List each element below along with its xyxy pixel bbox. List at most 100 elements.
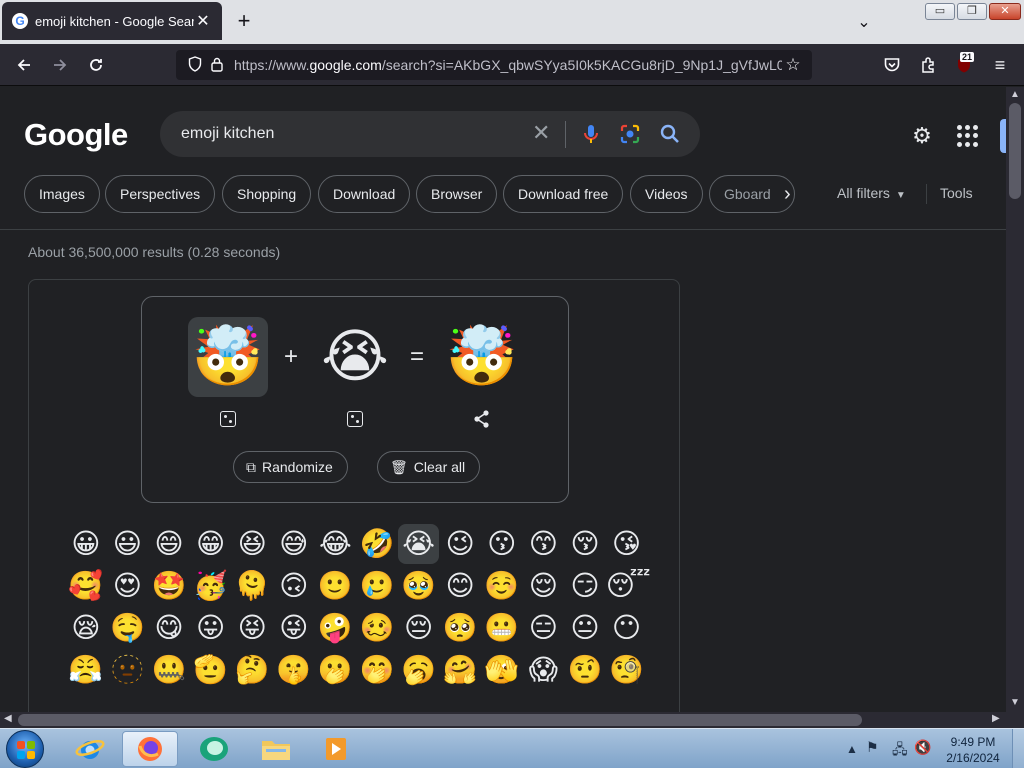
vertical-scroll-thumb[interactable] [1009, 103, 1021, 199]
emoji-option[interactable]: 😊 [439, 566, 481, 606]
network-icon[interactable]: 🖧 [892, 739, 908, 763]
emoji-option[interactable]: 🧐 [606, 650, 648, 690]
emoji-option[interactable]: 😏 [564, 566, 606, 606]
tab-google-search[interactable]: G emoji kitchen - Google Search ✕ [2, 2, 222, 40]
left-emoji-slot[interactable]: 🤯 [188, 317, 268, 397]
chip-videos[interactable]: Videos [630, 175, 703, 213]
emoji-option[interactable]: 🥹 [398, 566, 440, 606]
emoji-option[interactable]: 😄 [148, 524, 190, 564]
emoji-option[interactable]: 🫢 [315, 650, 357, 690]
emoji-option[interactable]: 🤐 [148, 650, 190, 690]
search-box[interactable]: emoji kitchen ✕ [160, 111, 700, 157]
google-apps-grid-icon[interactable] [957, 125, 979, 147]
horizontal-scrollbar[interactable]: ◀ ▶ [0, 712, 1006, 728]
clear-search-icon[interactable]: ✕ [532, 120, 550, 146]
emoji-option[interactable]: 😑 [523, 608, 565, 648]
new-tab-button[interactable]: + [232, 10, 256, 34]
taskbar-messenger[interactable] [186, 731, 242, 767]
emoji-option[interactable]: 😴 [606, 566, 651, 606]
forward-arrow-icon[interactable] [46, 52, 74, 78]
bookmark-star-icon[interactable]: ☆ [782, 55, 804, 75]
emoji-option[interactable]: 😀 [65, 524, 107, 564]
vertical-scrollbar[interactable]: ▲ ▼ [1006, 87, 1024, 712]
window-minimize-button[interactable]: ▭ [925, 3, 955, 20]
search-magnifier-icon[interactable] [657, 121, 683, 147]
emoji-option[interactable]: 😛 [190, 608, 232, 648]
emoji-option[interactable]: 🙂 [315, 566, 357, 606]
emoji-option[interactable]: 🤣 [356, 524, 398, 564]
emoji-option[interactable]: 🤔 [231, 650, 273, 690]
chip-download-free[interactable]: Download free [503, 175, 624, 213]
emoji-option[interactable]: 😌 [523, 566, 565, 606]
chip-shopping[interactable]: Shopping [222, 175, 312, 213]
emoji-option[interactable]: 🫠 [231, 566, 273, 606]
all-filters-button[interactable]: All filters ▼ [837, 185, 906, 201]
emoji-option[interactable]: 🤪 [315, 608, 357, 648]
settings-gear-icon[interactable]: ⚙ [909, 123, 935, 149]
chip-images[interactable]: Images [24, 175, 100, 213]
taskbar-media-player[interactable] [308, 731, 364, 767]
search-input[interactable]: emoji kitchen [181, 125, 274, 143]
google-logo[interactable]: Google [24, 117, 128, 153]
lock-icon[interactable] [206, 56, 228, 75]
scroll-down-arrow-icon[interactable]: ▼ [1010, 697, 1020, 708]
randomize-right-dice-icon[interactable] [347, 411, 363, 427]
taskbar-internet-explorer[interactable] [62, 731, 118, 767]
emoji-option[interactable]: 😉 [439, 524, 481, 564]
emoji-option[interactable]: 🤗 [439, 650, 481, 690]
randomize-button[interactable]: ⧉ Randomize [233, 451, 348, 483]
emoji-option[interactable]: 😬 [481, 608, 523, 648]
start-button[interactable] [6, 730, 44, 768]
emoji-option[interactable]: 😐 [564, 608, 606, 648]
emoji-option[interactable]: 🤨 [564, 650, 606, 690]
tab-close-icon[interactable]: ✕ [194, 11, 212, 31]
pocket-icon[interactable] [878, 52, 906, 78]
tools-button[interactable]: Tools [940, 185, 973, 201]
emoji-option[interactable]: 😋 [148, 608, 190, 648]
clear-all-button[interactable]: 🗑 Clear all [377, 451, 481, 483]
share-icon[interactable] [472, 409, 492, 429]
emoji-option[interactable]: 😍 [107, 566, 149, 606]
emoji-option[interactable]: 🤫 [273, 650, 315, 690]
window-close-button[interactable]: ✕ [989, 3, 1021, 20]
google-lens-icon[interactable] [617, 121, 643, 147]
action-center-flag-icon[interactable]: ⚑ [866, 739, 879, 756]
emoji-option[interactable]: 🫣 [481, 650, 523, 690]
emoji-option[interactable]: 😪 [65, 608, 107, 648]
reload-icon[interactable] [82, 52, 110, 78]
emoji-option[interactable]: 😂 [315, 524, 357, 564]
emoji-option[interactable]: 🫡 [190, 650, 232, 690]
randomize-left-dice-icon[interactable] [220, 411, 236, 427]
scroll-up-arrow-icon[interactable]: ▲ [1010, 89, 1020, 100]
emoji-option[interactable]: 🥳 [190, 566, 232, 606]
scroll-left-arrow-icon[interactable]: ◀ [4, 713, 12, 724]
horizontal-scroll-thumb[interactable] [18, 714, 862, 726]
chip-gboard[interactable]: Gboard [709, 175, 795, 213]
emoji-option[interactable]: 😙 [523, 524, 565, 564]
list-all-tabs-chevron-icon[interactable]: ⌄ [854, 12, 874, 32]
taskbar-clock[interactable]: 9:49 PM 2/16/2024 [940, 734, 1006, 766]
volume-muted-icon[interactable]: 🔇 [914, 739, 931, 756]
show-desktop-button[interactable] [1012, 729, 1024, 768]
emoji-option[interactable]: 🤤 [107, 608, 149, 648]
emoji-option[interactable]: 😅 [273, 524, 315, 564]
emoji-option[interactable]: 🙃 [273, 566, 315, 606]
emoji-option[interactable]: 😝 [231, 608, 273, 648]
emoji-option[interactable]: 🥴 [356, 608, 398, 648]
emoji-option[interactable]: 😤 [65, 650, 107, 690]
emoji-option[interactable]: 😘 [606, 524, 648, 564]
emoji-option[interactable]: 😔 [398, 608, 440, 648]
window-restore-button[interactable]: ❐ [957, 3, 987, 20]
show-hidden-icons-arrow-icon[interactable]: ▲ [846, 742, 858, 756]
address-bar[interactable]: https://www.google.com/search?si=AKbGX_q… [176, 50, 812, 80]
taskbar-file-explorer[interactable] [248, 731, 304, 767]
emoji-option[interactable]: 😭 [397, 524, 440, 564]
emoji-option[interactable]: 😚 [564, 524, 606, 564]
emoji-option[interactable]: 😜 [273, 608, 315, 648]
scroll-right-arrow-icon[interactable]: ▶ [992, 713, 1000, 724]
emoji-option[interactable]: 🤭 [356, 650, 398, 690]
right-emoji-slot[interactable]: 😭 [315, 317, 395, 397]
emoji-option[interactable]: 😁 [190, 524, 232, 564]
extensions-puzzle-icon[interactable] [914, 52, 942, 78]
emoji-option[interactable]: 🥰 [65, 566, 107, 606]
